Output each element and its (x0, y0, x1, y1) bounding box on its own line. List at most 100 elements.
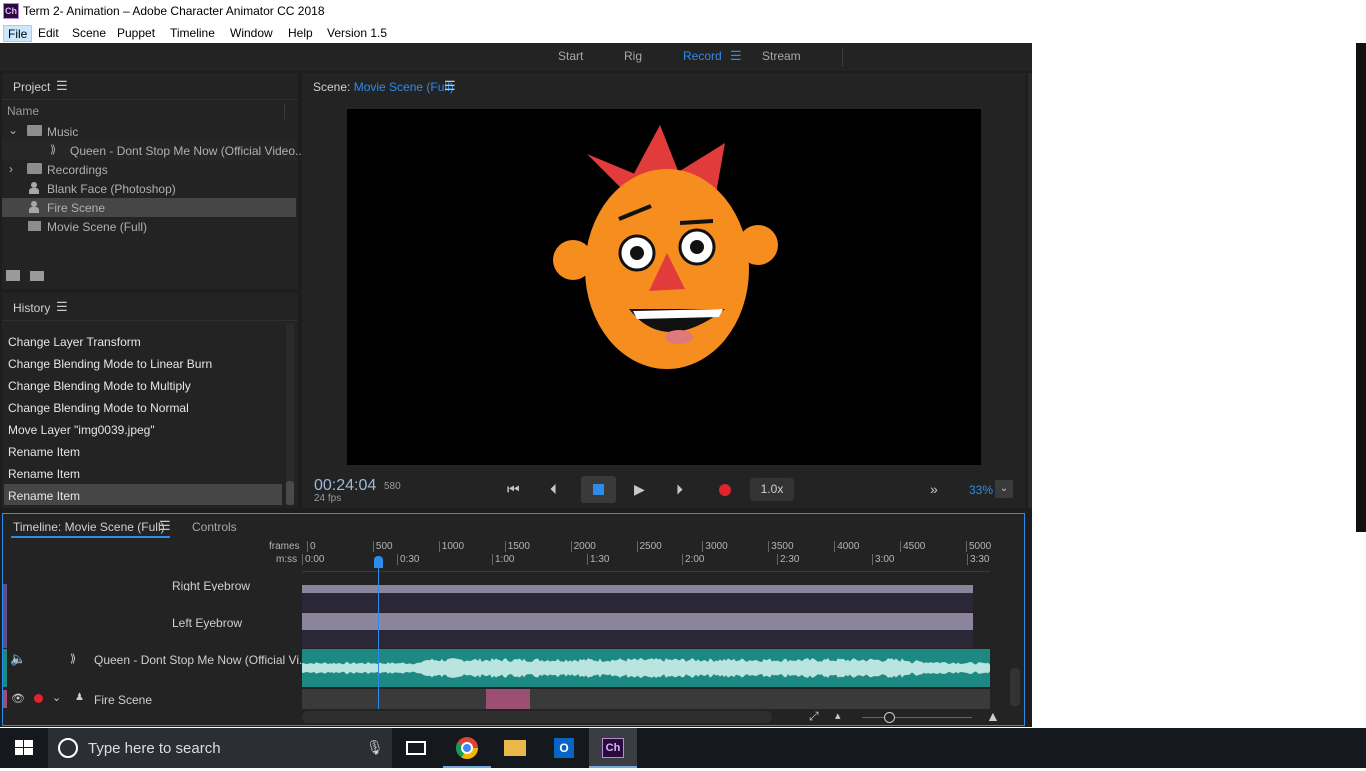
menu-file[interactable]: File (3, 25, 33, 42)
chevron-down-icon[interactable]: ⌄ (8, 123, 18, 137)
history-item-selected[interactable]: Rename Item (8, 489, 80, 503)
project-item-recordings[interactable]: › Recordings (2, 160, 296, 179)
zoom-out-mountain-icon[interactable]: ▴ (835, 709, 841, 722)
project-item-fire-scene[interactable]: Fire Scene (2, 198, 296, 217)
fire-scene-clip[interactable] (486, 689, 530, 709)
scene-panel-menu-icon[interactable]: ☰ (444, 78, 456, 94)
history-panel-menu-icon[interactable]: ☰ (56, 299, 68, 315)
eye-icon[interactable]: 👁 (11, 692, 25, 705)
character-animator-taskbar-item[interactable]: Ch (589, 728, 637, 768)
project-item-blank-face[interactable]: Blank Face (Photoshop) (2, 179, 296, 198)
history-item[interactable]: Rename Item (8, 467, 80, 481)
taskbar-search-box[interactable]: Type here to search 🎙 (48, 728, 392, 768)
panel-splitter[interactable] (1028, 73, 1032, 508)
time-tick-label: 0:30 (397, 554, 419, 565)
project-panel-menu-icon[interactable]: ☰ (56, 78, 68, 94)
menu-edit[interactable]: Edit (34, 25, 63, 42)
history-scrollbar[interactable] (286, 323, 294, 505)
go-to-start-icon[interactable]: ⏮ (507, 481, 520, 498)
zoom-in-mountain-icon[interactable]: ▲ (986, 708, 1000, 724)
tab-controls[interactable]: Controls (192, 520, 237, 534)
left-eyebrow-clip[interactable] (302, 613, 973, 630)
chevron-right-icon[interactable]: › (9, 162, 13, 176)
project-column-name[interactable]: Name (7, 104, 39, 118)
time-tick-label: 2:30 (777, 554, 799, 565)
time-tick-label: 3:30 (967, 554, 989, 565)
new-scene-icon[interactable] (6, 270, 20, 281)
zoom-level[interactable]: 33% (969, 483, 993, 497)
audio-file-icon: ⟫ (50, 144, 57, 156)
double-chevron-right-icon[interactable]: » (930, 481, 938, 497)
stop-icon (593, 484, 604, 495)
history-panel-title: History (13, 301, 51, 315)
history-item[interactable]: Rename Item (8, 445, 80, 459)
project-panel: Project ☰ Name ⌄ Music ⟫ Queen - Dont St… (2, 73, 305, 289)
playback-speed-button[interactable]: 1.0x (750, 478, 794, 501)
menu-bar: File Edit Scene Puppet Timeline Window H… (0, 23, 1032, 43)
zoom-dropdown-chevron-icon[interactable]: ⌄ (995, 480, 1013, 498)
track-label-right-eyebrow[interactable]: Right Eyebrow (172, 579, 250, 591)
file-explorer-taskbar-item[interactable] (491, 728, 539, 768)
speaker-icon[interactable]: 🔈 (10, 651, 26, 667)
play-icon[interactable]: ▶ (634, 481, 645, 498)
menu-timeline[interactable]: Timeline (166, 25, 219, 42)
timeline-tab[interactable]: Timeline: Movie Scene (Full) (13, 520, 165, 534)
workspace-bar: Start Rig Record ☰ Stream (0, 43, 1032, 71)
step-back-icon[interactable]: ⏴ (550, 481, 557, 498)
history-item[interactable]: Move Layer "img0039.jpeg" (8, 423, 155, 437)
left-pupil (630, 246, 644, 260)
frames-label: frames (269, 541, 300, 552)
step-forward-icon[interactable]: ⏵ (676, 481, 683, 498)
tab-underline (11, 536, 170, 538)
task-view-button[interactable] (392, 728, 440, 768)
workspace-record[interactable]: Record (683, 49, 722, 63)
project-item-label: Recordings (47, 163, 108, 177)
project-item-movie-scene[interactable]: Movie Scene (Full) (2, 217, 296, 236)
track-label-fire-scene[interactable]: Fire Scene (94, 693, 152, 707)
time-tick-label: 0:00 (302, 554, 324, 565)
menu-scene[interactable]: Scene (68, 25, 110, 42)
workspace-menu-icon[interactable]: ☰ (730, 48, 742, 64)
outlook-taskbar-item[interactable]: O (540, 728, 588, 768)
menu-puppet[interactable]: Puppet (113, 25, 159, 42)
left-eyebrow-track-area (302, 630, 973, 648)
time-tick-label: 1:30 (587, 554, 609, 565)
right-eyebrow-clip[interactable] (302, 585, 973, 593)
workspace-stream[interactable]: Stream (762, 49, 801, 63)
tongue (665, 330, 693, 344)
record-button-icon[interactable] (719, 484, 731, 496)
menu-version: Version 1.5 (327, 26, 388, 40)
track-label-audio[interactable]: Queen - Dont Stop Me Now (Official Vi... (94, 653, 309, 667)
timeline-horizontal-scrollbar[interactable] (302, 711, 772, 723)
expand-icon[interactable]: ⤢ (809, 709, 819, 724)
project-item-music[interactable]: ⌄ Music (2, 122, 296, 141)
scene-canvas[interactable] (347, 109, 981, 465)
project-item-label: Queen - Dont Stop Me Now (Official Video… (70, 144, 306, 158)
timeline-panel-menu-icon[interactable]: ☰ (159, 518, 171, 534)
history-item[interactable]: Change Layer Transform (8, 335, 141, 349)
project-item-audio[interactable]: ⟫ Queen - Dont Stop Me Now (Official Vid… (2, 141, 305, 160)
task-view-icon (406, 741, 426, 755)
workspace-start[interactable]: Start (558, 49, 583, 63)
timeline-zoom-slider[interactable] (862, 717, 972, 718)
chevron-down-icon[interactable]: ⌄ (52, 691, 61, 704)
history-item[interactable]: Change Blending Mode to Normal (8, 401, 189, 415)
chrome-taskbar-item[interactable] (443, 728, 491, 768)
track-label-left-eyebrow[interactable]: Left Eyebrow (172, 616, 242, 630)
workspace-divider (842, 47, 843, 67)
menu-window[interactable]: Window (226, 25, 277, 42)
history-item[interactable]: Change Blending Mode to Linear Burn (8, 357, 212, 371)
microphone-icon[interactable]: 🎙 (366, 739, 384, 756)
history-item[interactable]: Change Blending Mode to Multiply (8, 379, 191, 393)
workspace-rig[interactable]: Rig (624, 49, 642, 63)
timeline-zoom-slider-thumb[interactable] (884, 712, 895, 723)
history-scrollbar-thumb[interactable] (286, 481, 294, 505)
playhead-handle[interactable] (374, 556, 383, 568)
windows-start-button[interactable] (0, 728, 48, 768)
new-folder-icon[interactable] (30, 271, 44, 281)
menu-help[interactable]: Help (284, 25, 317, 42)
stop-button[interactable] (581, 476, 616, 503)
audio-clip[interactable] (302, 649, 990, 687)
timeline-vertical-scrollbar[interactable] (1010, 668, 1020, 706)
record-arm-icon[interactable] (34, 694, 43, 703)
